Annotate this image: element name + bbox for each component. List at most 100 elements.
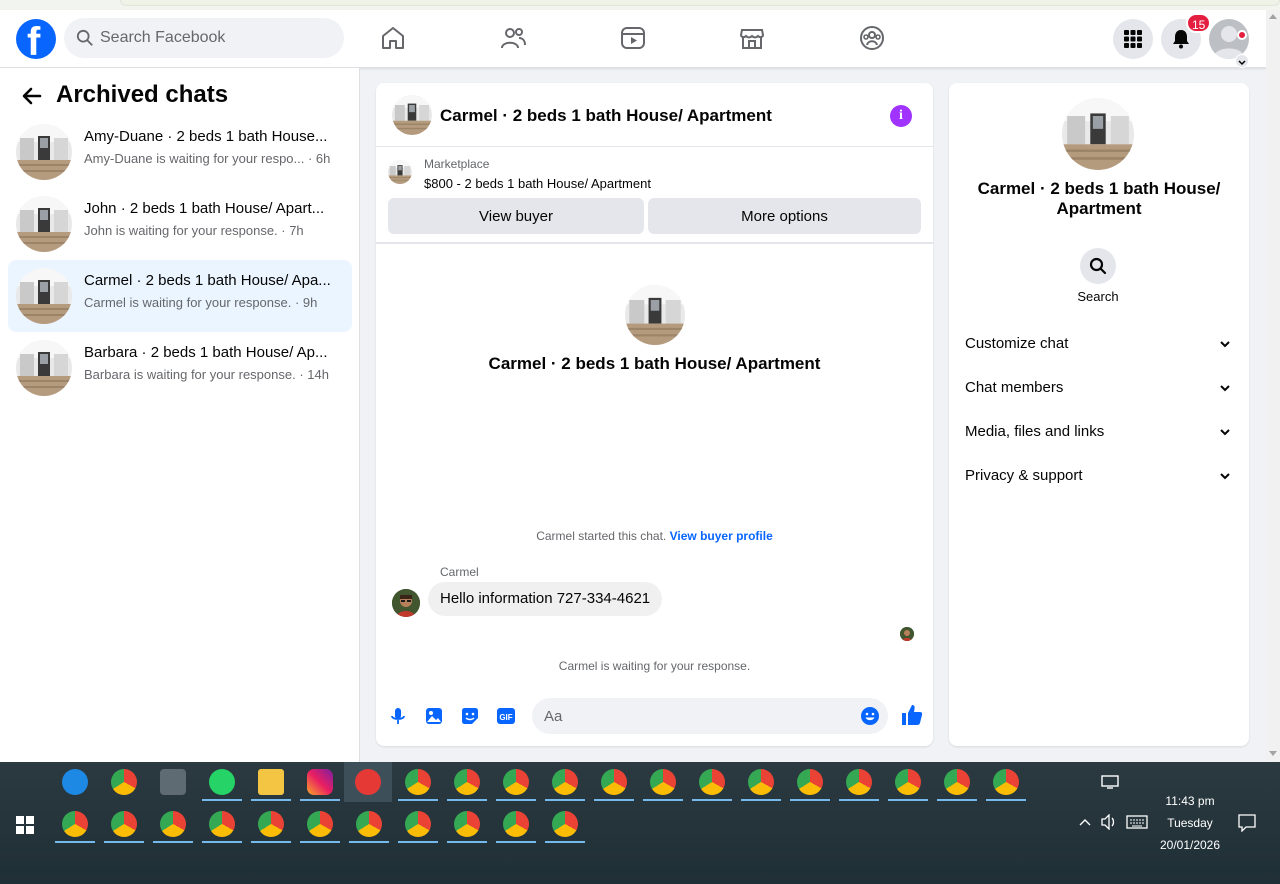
svg-text:GIF: GIF (499, 713, 512, 722)
search-input[interactable] (100, 18, 330, 58)
search-box[interactable] (64, 18, 344, 58)
notification-center-icon[interactable] (1238, 814, 1256, 832)
chrome-profile-icon[interactable] (405, 769, 431, 795)
view-buyer-profile-link[interactable]: View buyer profile (670, 529, 773, 543)
video-icon[interactable] (619, 24, 647, 52)
seen-receipt-avatar (900, 627, 914, 641)
chrome-profile-icon[interactable] (160, 811, 186, 837)
notification-badge: 15 (1186, 13, 1212, 33)
calculator-icon[interactable] (160, 769, 186, 795)
snipping-tool-icon[interactable] (355, 769, 381, 795)
search-icon (76, 29, 93, 46)
chrome-profile-icon[interactable] (111, 811, 137, 837)
file-explorer-icon[interactable] (258, 769, 284, 795)
chrome-profile-icon[interactable] (356, 811, 382, 837)
menu-button[interactable] (1113, 19, 1153, 59)
chat-started-notice: Carmel started this chat. View buyer pro… (376, 529, 933, 543)
chevron-up-icon[interactable] (1078, 817, 1092, 827)
conversation-title[interactable]: Carmel · 2 beds 1 bath House/ Apartment (440, 106, 772, 126)
chrome-profile-icon[interactable] (895, 769, 921, 795)
chrome-icon[interactable] (111, 769, 137, 795)
waiting-notice: Carmel is waiting for your response. (558, 659, 751, 673)
section-label: Privacy & support (965, 467, 1083, 484)
conversation-avatar-large (625, 285, 685, 345)
chat-started-text: Carmel started this chat. (536, 529, 667, 543)
message-composer[interactable] (532, 698, 888, 734)
photo-icon[interactable] (424, 706, 444, 726)
media-files-links-section[interactable]: Media, files and links (957, 412, 1241, 452)
chrome-profile-icon[interactable] (650, 769, 676, 795)
network-icon[interactable] (1101, 775, 1119, 789)
chrome-profile-icon[interactable] (797, 769, 823, 795)
listing-thumbnail (16, 340, 72, 396)
app-icon[interactable] (62, 769, 88, 795)
keyboard-icon[interactable] (1126, 815, 1148, 829)
chrome-profile-icon[interactable] (307, 811, 333, 837)
privacy-support-section[interactable]: Privacy & support (957, 456, 1241, 496)
gif-icon[interactable]: GIF (496, 706, 516, 726)
search-in-conversation-button[interactable] (1080, 248, 1116, 284)
listing-thumbnail[interactable] (388, 160, 412, 184)
whatsapp-icon[interactable] (209, 769, 235, 795)
chat-name: Carmel · 2 beds 1 bath House/ Apa... (84, 272, 331, 289)
message-input[interactable] (544, 698, 844, 734)
microphone-icon[interactable] (388, 706, 408, 726)
chat-list-item[interactable]: Amy-Duane · 2 beds 1 bath House... Amy-D… (8, 116, 352, 188)
chrome-profile-icon[interactable] (258, 811, 284, 837)
message-bubble[interactable]: Hello information 727-334-4621 (428, 582, 663, 616)
volume-icon[interactable] (1100, 814, 1118, 830)
home-icon[interactable] (379, 24, 407, 52)
instagram-icon[interactable] (307, 769, 333, 795)
chrome-profile-icon[interactable] (699, 769, 725, 795)
emoji-icon[interactable] (860, 706, 880, 726)
clock-date[interactable]: 20/01/2026 (1150, 838, 1230, 852)
account-chevron-icon[interactable] (1235, 54, 1249, 68)
chrome-profile-icon[interactable] (601, 769, 627, 795)
chrome-profile-icon[interactable] (405, 811, 431, 837)
details-name: Carmel · 2 beds 1 bath House/ Apartment (977, 179, 1221, 218)
chrome-profile-icon[interactable] (62, 811, 88, 837)
view-buyer-button[interactable]: View buyer (388, 198, 644, 234)
chrome-profile-icon[interactable] (846, 769, 872, 795)
chrome-profile-icon[interactable] (209, 811, 235, 837)
chat-list-item[interactable]: Barbara · 2 beds 1 bath House/ Ap... Bar… (8, 332, 352, 404)
info-icon[interactable]: i (890, 105, 912, 127)
thumbs-up-icon[interactable] (900, 703, 924, 727)
conversation-avatar[interactable] (392, 95, 432, 135)
groups-icon[interactable] (858, 24, 886, 52)
chat-members-section[interactable]: Chat members (957, 368, 1241, 408)
page-scrollbar[interactable] (1266, 10, 1280, 762)
chrome-profile-icon[interactable] (454, 811, 480, 837)
chrome-profile-icon[interactable] (454, 769, 480, 795)
chrome-profile-icon[interactable] (503, 811, 529, 837)
clock-time[interactable]: 11:43 pm (1150, 794, 1230, 808)
chat-name: John · 2 beds 1 bath House/ Apart... (84, 200, 325, 217)
search-icon (1089, 257, 1107, 275)
chrome-profile-icon[interactable] (503, 769, 529, 795)
listing-thumbnail (16, 124, 72, 180)
chrome-profile-icon[interactable] (748, 769, 774, 795)
chrome-profile-icon[interactable] (552, 769, 578, 795)
chrome-profile-icon[interactable] (944, 769, 970, 795)
friends-icon[interactable] (499, 24, 527, 52)
grid-icon (1124, 30, 1142, 48)
clock-day[interactable]: Tuesday (1150, 816, 1230, 830)
sticker-icon[interactable] (460, 706, 480, 726)
windows-taskbar: 11:43 pm Tuesday 20/01/2026 (0, 762, 1280, 884)
conversation-panel: Carmel · 2 beds 1 bath House/ Apartment … (376, 83, 933, 746)
listing-title[interactable]: $800 - 2 beds 1 bath House/ Apartment (424, 176, 651, 191)
facebook-logo[interactable]: f (16, 19, 56, 64)
chrome-profile-icon[interactable] (993, 769, 1019, 795)
chat-list-item-active[interactable]: Carmel · 2 beds 1 bath House/ Apa... Car… (8, 260, 352, 332)
more-options-button[interactable]: More options (648, 198, 921, 234)
windows-start-icon[interactable] (16, 816, 34, 834)
page-title: Archived chats (56, 81, 229, 108)
marketplace-icon[interactable] (738, 24, 766, 52)
customize-chat-section[interactable]: Customize chat (957, 324, 1241, 364)
chrome-profile-icon[interactable] (552, 811, 578, 837)
sender-avatar[interactable] (392, 589, 420, 617)
details-avatar[interactable] (1062, 98, 1134, 170)
back-arrow-icon[interactable] (20, 84, 44, 108)
chat-list-item[interactable]: John · 2 beds 1 bath House/ Apart... Joh… (8, 188, 352, 260)
section-label: Media, files and links (965, 423, 1105, 440)
